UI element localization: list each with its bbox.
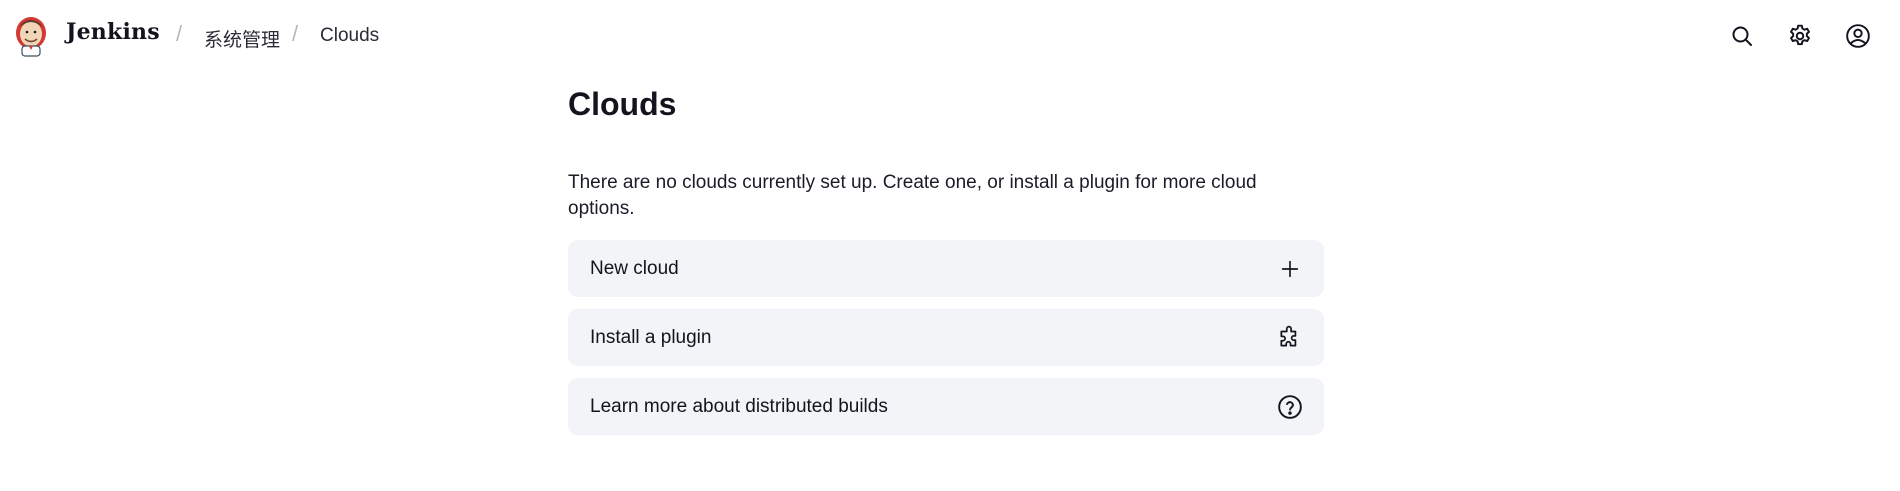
no-clouds-message: There are no clouds currently set up. Cr… [568, 172, 1257, 219]
breadcrumb-separator: / [292, 21, 299, 46]
breadcrumb-system-management[interactable]: 系统管理 [204, 25, 280, 52]
manage-jenkins-button[interactable] [1786, 22, 1814, 50]
search-icon [1732, 26, 1752, 46]
breadcrumb-separator: / [176, 21, 183, 46]
jenkins-logo-icon[interactable] [14, 15, 48, 59]
page-title: Clouds [568, 86, 677, 122]
learn-more-label: Learn more about distributed builds [590, 395, 888, 417]
install-plugin-label: Install a plugin [590, 326, 712, 348]
help-circle-icon [1278, 394, 1302, 419]
gear-icon [1790, 24, 1810, 46]
install-plugin-button[interactable]: Install a plugin [568, 309, 1324, 366]
user-account-button[interactable] [1844, 22, 1872, 50]
top-navigation-bar: Jenkins / 系统管理 / Clouds [0, 0, 1900, 72]
plus-icon [1281, 260, 1299, 277]
jenkins-home-link[interactable]: Jenkins [66, 19, 160, 45]
new-cloud-button[interactable]: New cloud [568, 240, 1324, 297]
breadcrumb-clouds[interactable]: Clouds [320, 25, 379, 47]
learn-more-distributed-builds-link[interactable]: Learn more about distributed builds [568, 378, 1324, 435]
new-cloud-label: New cloud [590, 257, 679, 279]
puzzle-icon [1280, 325, 1297, 346]
search-button[interactable] [1728, 22, 1756, 50]
user-icon [1846, 24, 1870, 48]
